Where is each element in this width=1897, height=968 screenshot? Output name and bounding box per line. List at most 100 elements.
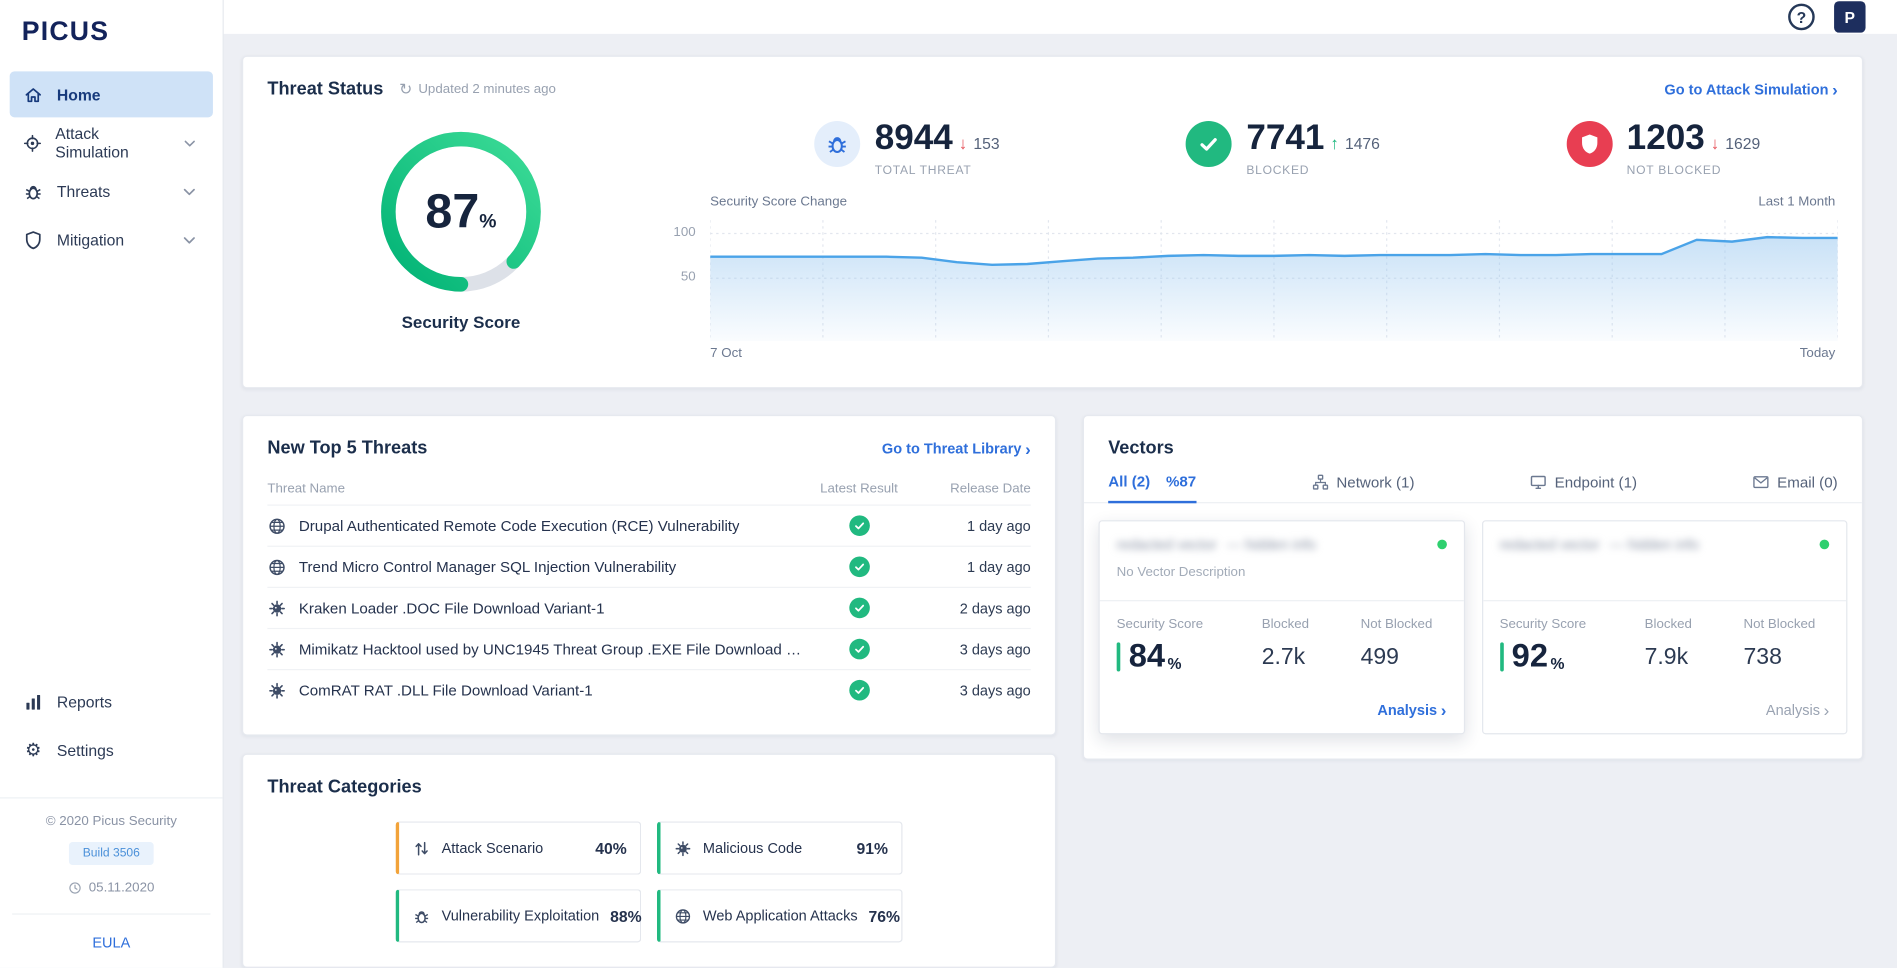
vector-blocked: 2.7k [1262, 645, 1361, 672]
gear-icon: ⚙ [23, 741, 44, 759]
not-blocked-label: Not Blocked [1744, 617, 1830, 632]
threat-stats-row: 8944 ↓ 153 TOTAL THREAT [655, 109, 1838, 178]
refresh-icon[interactable]: ↻ [399, 81, 412, 97]
malware-icon [267, 639, 286, 658]
chart-title: Security Score Change [710, 195, 847, 210]
build-badge: Build 3506 [69, 842, 153, 865]
sidebar-item-attack-simulation[interactable]: Attack Simulation [10, 120, 213, 166]
shield-alert-icon [1566, 121, 1612, 167]
category-malicious-code[interactable]: Malicious Code 91% [657, 821, 903, 874]
vector-info-redacted: — hidden info [1226, 536, 1316, 553]
table-header: Threat Name Latest Result Release Date [267, 471, 1030, 505]
blocked-check-icon [849, 639, 870, 660]
sidebar-item-threats[interactable]: Threats [10, 168, 213, 214]
threat-status-card: Threat Status ↻ Updated 2 minutes ago Go… [242, 56, 1863, 389]
globe-icon [267, 557, 286, 576]
x-start-label: 7 Oct [710, 346, 742, 361]
stat-not-blocked: 1203 ↓ 1629 NOT BLOCKED [1566, 121, 1760, 178]
x-end-label: Today [1800, 346, 1836, 361]
analysis-link[interactable]: Analysis › [1360, 702, 1463, 733]
sidebar: PICUS Home Attack Simulation Threats Mit… [0, 0, 224, 968]
sidebar-item-label: Reports [57, 693, 112, 711]
network-icon [1311, 473, 1329, 491]
top-threats-title: New Top 5 Threats [267, 438, 427, 459]
category-vulnerability-exploitation[interactable]: Vulnerability Exploitation 88% [396, 889, 642, 942]
vector-name-redacted: redacted vector [1500, 536, 1600, 553]
check-circle-icon [1186, 121, 1232, 167]
sidebar-item-home[interactable]: Home [10, 71, 213, 117]
vector-tabs: All (2) %87 Network (1) Endpoint (1) [1084, 461, 1862, 503]
threat-name: Mimikatz Hacktool used by UNC1945 Threat… [299, 641, 803, 658]
top-threats-card: New Top 5 Threats Go to Threat Library ›… [242, 415, 1056, 736]
globe-icon [674, 907, 692, 925]
picus-logo[interactable]: PICUS [0, 0, 223, 67]
go-to-threat-library-link[interactable]: Go to Threat Library › [882, 440, 1031, 457]
eula-link[interactable]: EULA [92, 934, 130, 951]
vector-tile[interactable]: redacted vector — hidden info No Vector … [1099, 520, 1465, 734]
tab-all[interactable]: All (2) %87 [1108, 473, 1196, 503]
total-threat-delta: 153 [973, 134, 999, 152]
up-down-arrows-icon [413, 839, 431, 857]
sidebar-item-reports[interactable]: Reports [10, 679, 213, 725]
vector-blocked: 7.9k [1645, 645, 1744, 672]
threat-status-title: Threat Status [267, 79, 383, 100]
sidebar-item-settings[interactable]: ⚙ Settings [10, 727, 213, 773]
all-score: %87 [1166, 473, 1196, 490]
blocked-check-icon [849, 515, 870, 536]
threat-categories-title: Threat Categories [267, 777, 421, 798]
vectors-title: Vectors [1108, 438, 1174, 459]
table-row[interactable]: ComRAT RAT .DLL File Download Variant-1 … [267, 669, 1030, 710]
down-arrow-icon: ↓ [959, 133, 967, 152]
sidebar-item-mitigation[interactable]: Mitigation [10, 217, 213, 263]
threat-name: Kraken Loader .DOC File Download Variant… [299, 599, 605, 616]
copyright-text: © 2020 Picus Security [12, 814, 210, 829]
help-button[interactable]: ? [1788, 4, 1815, 31]
blocked-check-icon [849, 557, 870, 578]
tab-endpoint[interactable]: Endpoint (1) [1529, 473, 1637, 502]
table-row[interactable]: Mimikatz Hacktool used by UNC1945 Threat… [267, 628, 1030, 669]
vector-tile[interactable]: redacted vector — hidden info Security S… [1481, 520, 1847, 734]
tab-network[interactable]: Network (1) [1311, 473, 1415, 502]
stat-blocked: 7741 ↑ 1476 BLOCKED [1186, 121, 1380, 178]
bar-chart-icon [23, 691, 44, 712]
go-to-attack-simulation-link[interactable]: Go to Attack Simulation › [1664, 80, 1837, 97]
threats-table: Threat Name Latest Result Release Date D… [243, 468, 1055, 710]
up-arrow-icon: ↑ [1330, 133, 1338, 152]
blocked-label: Blocked [1262, 617, 1361, 632]
col-release-date: Release Date [915, 482, 1031, 497]
vectors-card: Vectors All (2) %87 Network (1) [1083, 415, 1863, 760]
table-row[interactable]: Drupal Authenticated Remote Code Executi… [267, 504, 1030, 545]
score-accent-bar [1500, 642, 1504, 671]
total-threat-value: 8944 [875, 121, 953, 156]
chart-x-axis: 7 Oct Today [655, 341, 1838, 360]
security-score-chart: Security Score Change Last 1 Month 100 5… [655, 195, 1838, 361]
primary-nav: Home Attack Simulation Threats Mitigatio… [0, 67, 223, 265]
score-accent-bar [1117, 642, 1121, 671]
category-web-application-attacks[interactable]: Web Application Attacks 76% [657, 889, 903, 942]
security-score-label: Security Score [1500, 617, 1645, 632]
chart-y-axis: 100 50 [655, 214, 711, 341]
main-area: ? P Threat Status ↻ Updated 2 minutes ag… [224, 0, 1897, 968]
chevron-down-icon [179, 229, 200, 250]
down-arrow-icon: ↓ [1711, 133, 1719, 152]
table-row[interactable]: Kraken Loader .DOC File Download Variant… [267, 587, 1030, 628]
col-latest-result: Latest Result [803, 482, 914, 497]
stat-total-threat: 8944 ↓ 153 TOTAL THREAT [814, 121, 999, 178]
analysis-link[interactable]: Analysis › [1749, 702, 1846, 733]
sidebar-item-label: Home [57, 85, 101, 103]
top-bar: ? P [224, 0, 1897, 34]
release-date: 1 day ago [915, 517, 1031, 534]
category-attack-scenario[interactable]: Attack Scenario 40% [396, 821, 642, 874]
threat-categories-card: Threat Categories Attack Scenario 40% Ma… [242, 754, 1056, 968]
chevron-right-icon: › [1441, 702, 1447, 719]
tab-email[interactable]: Email (0) [1752, 473, 1838, 502]
mail-icon [1752, 473, 1770, 491]
globe-icon [267, 516, 286, 535]
vector-score: 84 [1129, 640, 1165, 673]
chart-range-label: Last 1 Month [1758, 195, 1835, 210]
table-row[interactable]: Trend Micro Control Manager SQL Injectio… [267, 546, 1030, 587]
bug-icon [413, 907, 431, 925]
vector-description: No Vector Description [1117, 565, 1447, 581]
threat-status-header: Threat Status ↻ Updated 2 minutes ago Go… [243, 57, 1862, 109]
user-avatar[interactable]: P [1834, 1, 1865, 32]
